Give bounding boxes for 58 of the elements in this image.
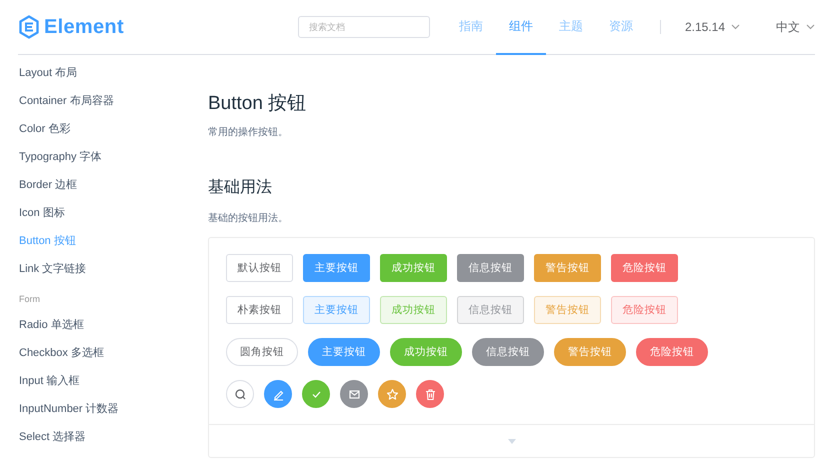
sidebar-item[interactable]: Container 布局容器 (0, 87, 208, 115)
chevron-down-icon (806, 24, 815, 30)
logo-text: Element (44, 16, 124, 38)
section-description: 基础的按钮用法。 (208, 212, 289, 226)
demo-button[interactable]: 警告按钮 (534, 254, 601, 282)
language-dropdown[interactable]: 中文 (776, 18, 815, 36)
sidebar-item[interactable]: Layout 布局 (0, 59, 208, 87)
pencil-button[interactable] (264, 380, 292, 408)
page-description: 常用的操作按钮。 (208, 126, 289, 140)
sidebar-item[interactable]: Select 选择器 (0, 423, 208, 451)
check-button[interactable] (302, 380, 330, 408)
sidebar-item[interactable]: Radio 单选框 (0, 311, 208, 339)
demo-button[interactable]: 危险按钮 (611, 296, 678, 324)
envelope-button[interactable] (340, 380, 368, 408)
demo-button[interactable]: 主要按钮 (303, 254, 370, 282)
sidebar-item[interactable]: Link 文字链接 (0, 255, 208, 283)
star-icon (386, 388, 398, 400)
demo-button[interactable]: 成功按钮 (380, 254, 447, 282)
demo-button[interactable]: 警告按钮 (534, 296, 601, 324)
demo-button[interactable]: 朴素按钮 (226, 296, 293, 324)
page-title: Button 按钮 (208, 92, 308, 116)
sidebar-group-label: Form (18, 293, 41, 306)
sidebar-item[interactable]: Checkbox 多选框 (0, 339, 208, 367)
trash-icon (424, 388, 436, 400)
demo-button[interactable]: 危险按钮 (636, 338, 708, 366)
demo-button[interactable]: 信息按钮 (457, 296, 524, 324)
nav-link[interactable]: 指南 (446, 0, 496, 54)
sidebar-item[interactable]: Icon 图标 (0, 199, 208, 227)
nav-link[interactable]: 组件 (496, 0, 546, 54)
search-button[interactable] (226, 380, 254, 408)
demo-button[interactable]: 警告按钮 (554, 338, 626, 366)
section-title: 基础用法 (208, 178, 273, 198)
demo-button[interactable]: 默认按钮 (226, 254, 293, 282)
trash-button[interactable] (416, 380, 444, 408)
nav-link[interactable]: 资源 (596, 0, 646, 54)
demo-button[interactable]: 信息按钮 (472, 338, 544, 366)
nav-link[interactable]: 主题 (546, 0, 596, 54)
star-button[interactable] (378, 380, 406, 408)
demo-button[interactable]: 主要按钮 (308, 338, 380, 366)
version-dropdown[interactable]: 2.15.14 (684, 20, 740, 34)
envelope-icon (348, 388, 360, 400)
demo-button[interactable]: 成功按钮 (390, 338, 462, 366)
demo-button[interactable]: 危险按钮 (611, 254, 678, 282)
demo-button[interactable]: 信息按钮 (457, 254, 524, 282)
sidebar-item[interactable]: Input 输入框 (0, 367, 208, 395)
caret-icon (508, 438, 516, 444)
search-field[interactable]: 搜索文档 (298, 16, 430, 38)
search-icon (234, 388, 246, 400)
sidebar-item[interactable]: Button 按钮 (0, 227, 208, 255)
chevron-down-icon (731, 24, 740, 30)
demo-button[interactable]: 成功按钮 (380, 296, 447, 324)
logo-icon (18, 15, 40, 39)
sidebar-item[interactable]: Typography 字体 (0, 143, 208, 171)
sidebar-item[interactable]: InputNumber 计数器 (0, 395, 208, 423)
demo-button[interactable]: 主要按钮 (303, 296, 370, 324)
demo-button[interactable]: 圆角按钮 (226, 338, 298, 366)
sidebar-item[interactable]: Color 色彩 (0, 115, 208, 143)
sidebar-item[interactable]: Border 边框 (0, 171, 208, 199)
